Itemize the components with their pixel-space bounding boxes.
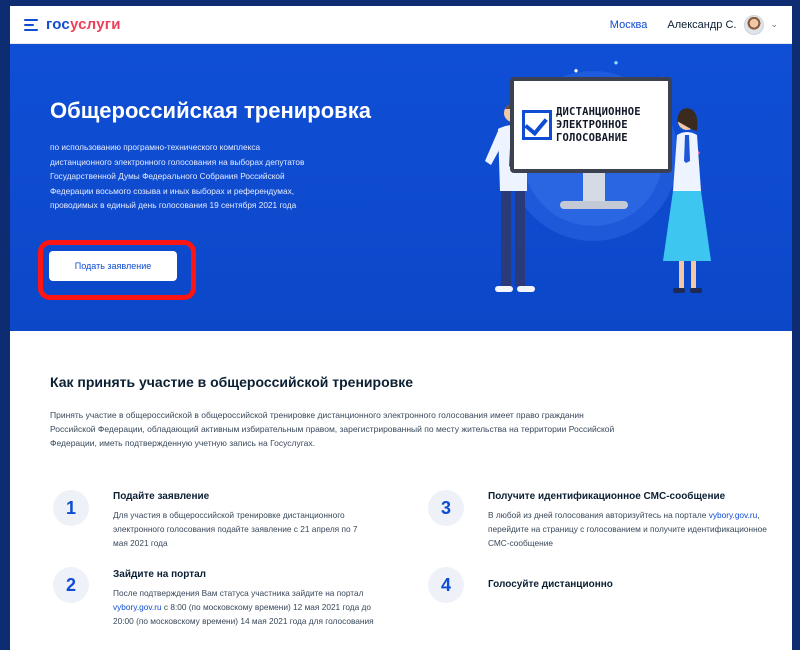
browser-viewport: госуслуги Москва Александр С. ⌄ Общеросс… — [10, 6, 792, 650]
step-1-text: Для участия в общероссийской тренировке … — [113, 510, 358, 548]
monitor-base — [560, 201, 628, 209]
step-2-text: После подтверждения Вам статуса участник… — [113, 588, 374, 626]
user-name[interactable]: Александр С. — [667, 19, 736, 31]
monitor-content: ДИСТАНЦИОННОЕ ЭЛЕКТРОННОЕ ГОЛОСОВАНИЕ — [522, 95, 657, 155]
vybory-link[interactable]: vybory.gov.ru — [113, 602, 162, 612]
section-description: Принять участие в общероссийской в общер… — [50, 410, 615, 448]
step-3-title: Получите идентификационное СМС-сообщение — [488, 491, 726, 502]
gosuslugi-logo[interactable]: госуслуги — [46, 16, 121, 33]
confetti — [573, 68, 579, 73]
city-selector[interactable]: Москва — [610, 19, 648, 31]
hero-title: Общероссийская тренировка — [50, 98, 371, 123]
apply-button[interactable]: Подать заявление — [49, 251, 177, 281]
section-title: Как принять участие в общероссийской тре… — [50, 374, 414, 390]
header-right: Москва Александр С. ⌄ — [610, 14, 778, 35]
monitor-caption: ДИСТАНЦИОННОЕ ЭЛЕКТРОННОЕ ГОЛОСОВАНИЕ — [556, 105, 641, 144]
hero-description: по использованию програмно-технического … — [50, 142, 305, 210]
step-2-title: Зайдите на портал — [113, 569, 207, 580]
site-header: госуслуги Москва Александр С. ⌄ — [10, 6, 792, 44]
monitor-stand — [583, 173, 605, 205]
confetti — [613, 60, 619, 65]
step-4-number: 4 — [428, 567, 464, 603]
vybory-link[interactable]: vybory.gov.ru — [709, 510, 758, 520]
monitor-screen: ДИСТАНЦИОННОЕ ЭЛЕКТРОННОЕ ГОЛОСОВАНИЕ — [510, 77, 672, 173]
step-4-title: Голосуйте дистанционно — [488, 579, 613, 590]
step-3-number: 3 — [428, 490, 464, 526]
step-2-number: 2 — [53, 567, 89, 603]
step-1-number: 1 — [53, 490, 89, 526]
avatar[interactable] — [744, 14, 765, 35]
step-3-text: В любой из дней голосования авторизуйтес… — [488, 510, 767, 548]
step-1-title: Подайте заявление — [113, 491, 210, 502]
ballot-check-icon — [522, 110, 552, 140]
chevron-down-icon[interactable]: ⌄ — [770, 19, 778, 30]
menu-icon[interactable] — [24, 18, 38, 31]
